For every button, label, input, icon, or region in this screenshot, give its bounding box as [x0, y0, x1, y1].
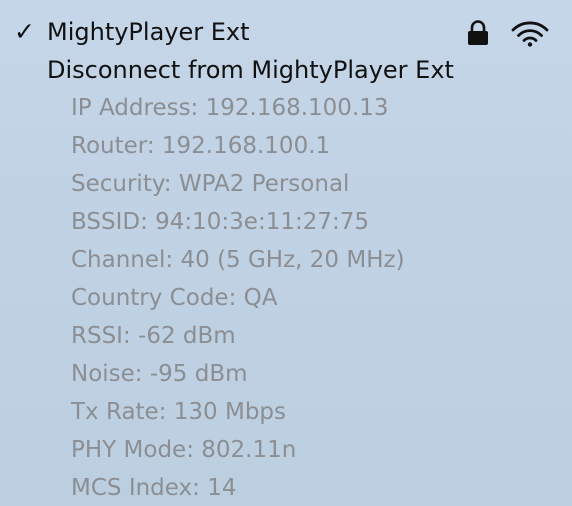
detail-tx-rate: Tx Rate: 130 Mbps — [71, 399, 287, 425]
detail-channel: Channel: 40 (5 GHz, 20 MHz) — [71, 247, 405, 273]
wifi-menu: ✓ MightyPlayer Ext Disconnect from Might… — [0, 0, 572, 506]
lock-icon — [468, 20, 488, 45]
checkmark-icon: ✓ — [14, 17, 35, 46]
disconnect-label: Disconnect from MightyPlayer Ext — [47, 56, 454, 84]
detail-phy-mode: PHY Mode: 802.11n — [71, 437, 297, 463]
detail-ip-address: IP Address: 192.168.100.13 — [71, 95, 389, 121]
disconnect-menu-item[interactable]: Disconnect from MightyPlayer Ext — [0, 51, 572, 89]
detail-bssid: BSSID: 94:10:3e:11:27:75 — [71, 209, 369, 235]
network-name: MightyPlayer Ext — [47, 18, 250, 46]
detail-rssi: RSSI: -62 dBm — [71, 323, 236, 349]
network-item-mightyplayer-ext[interactable]: ✓ MightyPlayer Ext — [0, 13, 572, 51]
detail-mcs-index: MCS Index: 14 — [71, 475, 237, 501]
detail-router: Router: 192.168.100.1 — [71, 133, 331, 159]
detail-security: Security: WPA2 Personal — [71, 171, 350, 197]
wifi-icon — [511, 21, 549, 47]
detail-noise: Noise: -95 dBm — [71, 361, 248, 387]
detail-country-code: Country Code: QA — [71, 285, 278, 311]
